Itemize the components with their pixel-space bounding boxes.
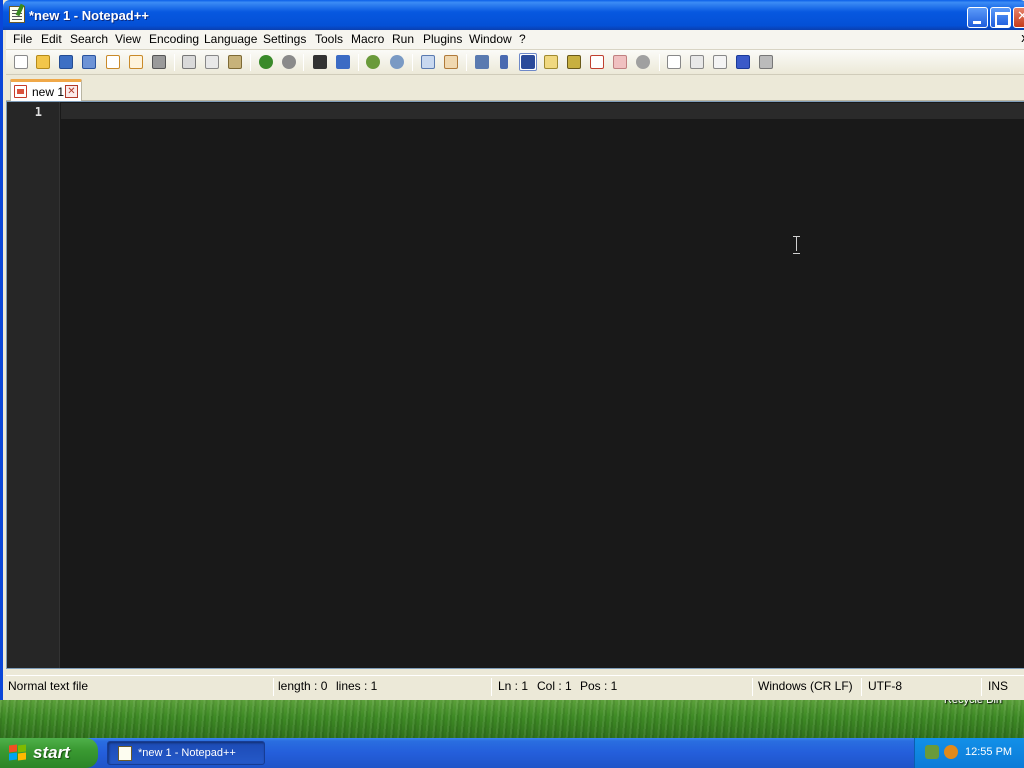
line-number-gutter: 1 xyxy=(7,102,60,668)
mouse-ibeam-cursor-icon xyxy=(793,236,801,254)
cut-icon[interactable] xyxy=(180,53,198,71)
document-tab-bar: new 1 ✕ xyxy=(6,76,1024,101)
window-title: *new 1 - Notepad++ xyxy=(29,8,149,23)
status-divider xyxy=(981,678,982,696)
menu-view[interactable]: View xyxy=(114,32,142,46)
status-divider xyxy=(752,678,753,696)
monitoring-icon[interactable] xyxy=(611,53,629,71)
taskbar: start *new 1 - Notepad++ 12:55 PM xyxy=(0,738,1024,768)
tab-label: new 1 xyxy=(32,85,65,99)
menu-search[interactable]: Search xyxy=(69,32,109,46)
menu-tools[interactable]: Tools xyxy=(314,32,344,46)
status-divider xyxy=(273,678,274,696)
menu-bar: File Edit Search View Encoding Language … xyxy=(6,30,1024,50)
toolbar xyxy=(6,50,1024,75)
status-insert-mode[interactable]: INS xyxy=(988,679,1008,696)
function-list-icon[interactable] xyxy=(565,53,583,71)
tab-close-icon[interactable]: ✕ xyxy=(65,85,78,98)
redo-icon[interactable] xyxy=(280,53,298,71)
show-all-chars-icon[interactable] xyxy=(495,53,513,71)
menu-settings[interactable]: Settings xyxy=(262,32,307,46)
save-macro-icon[interactable] xyxy=(757,53,775,71)
toolbar-separator xyxy=(250,54,251,71)
zoom-out-icon[interactable] xyxy=(388,53,406,71)
menu-macro[interactable]: Macro xyxy=(350,32,385,46)
unsaved-file-icon xyxy=(14,85,27,98)
status-position: Pos : 1 xyxy=(580,679,618,693)
tab-new-1[interactable]: new 1 ✕ xyxy=(10,79,82,101)
zoom-in-icon[interactable] xyxy=(364,53,382,71)
status-lines: lines : 1 xyxy=(336,679,378,693)
taskbar-notepadpp-button[interactable]: *new 1 - Notepad++ xyxy=(107,741,265,765)
folder-workspace-icon[interactable] xyxy=(588,53,606,71)
menu-language[interactable]: Language xyxy=(203,32,258,46)
toolbar-separator xyxy=(358,54,359,71)
status-bar: Normal text file length : 0 lines : 1 Ln… xyxy=(6,675,1024,697)
open-file-icon[interactable] xyxy=(34,53,52,71)
desktop-wallpaper xyxy=(0,698,1024,740)
minimize-button[interactable] xyxy=(967,7,988,28)
undo-icon[interactable] xyxy=(257,53,275,71)
play-macro-icon[interactable] xyxy=(711,53,729,71)
close-window-button[interactable] xyxy=(1013,7,1024,28)
menu-help[interactable]: ? xyxy=(518,32,527,46)
notepadpp-task-icon xyxy=(118,746,132,761)
close-icon[interactable] xyxy=(104,53,122,71)
menu-plugins[interactable]: Plugins xyxy=(422,32,463,46)
print-icon[interactable] xyxy=(150,53,168,71)
status-file-type: Normal text file xyxy=(8,679,89,693)
maximize-button[interactable] xyxy=(990,7,1011,28)
menu-encoding[interactable]: Encoding xyxy=(148,32,200,46)
status-line: Ln : 1 xyxy=(498,679,529,693)
menu-edit[interactable]: Edit xyxy=(40,32,63,46)
replace-icon[interactable] xyxy=(334,53,352,71)
status-eol-format[interactable]: Windows (CR LF) xyxy=(758,679,853,696)
run-macro-multiple-icon[interactable] xyxy=(734,53,752,71)
sync-vertical-icon[interactable] xyxy=(419,53,437,71)
toolbar-separator xyxy=(412,54,413,71)
toolbar-separator xyxy=(174,54,175,71)
current-line-highlight[interactable] xyxy=(61,103,1024,119)
status-divider xyxy=(491,678,492,696)
notepad-window: *new 1 - Notepad++ File Edit Search View… xyxy=(0,0,1024,700)
record-macro-icon[interactable] xyxy=(665,53,683,71)
sync-horizontal-icon[interactable] xyxy=(442,53,460,71)
new-file-icon[interactable] xyxy=(12,53,30,71)
toolbar-separator xyxy=(303,54,304,71)
start-label: start xyxy=(33,743,70,762)
toolbar-separator xyxy=(659,54,660,71)
text-editor[interactable]: 1 xyxy=(6,101,1024,669)
line-number: 1 xyxy=(34,105,42,119)
doc-map-icon[interactable] xyxy=(542,53,560,71)
notepadpp-app-icon[interactable] xyxy=(9,6,25,23)
menu-file[interactable]: File xyxy=(12,32,33,46)
toolbar-separator xyxy=(466,54,467,71)
menu-run[interactable]: Run xyxy=(391,32,415,46)
status-length: length : 0 xyxy=(278,679,328,693)
network-tray-icon[interactable] xyxy=(925,745,939,759)
save-all-icon[interactable] xyxy=(80,53,98,71)
word-wrap-icon[interactable] xyxy=(473,53,491,71)
system-tray: 12:55 PM xyxy=(914,738,1024,768)
task-label: *new 1 - Notepad++ xyxy=(138,747,236,759)
status-encoding[interactable]: UTF-8 xyxy=(868,679,902,696)
status-divider xyxy=(861,678,862,696)
copy-icon[interactable] xyxy=(203,53,221,71)
indent-guide-icon[interactable] xyxy=(519,53,537,71)
find-icon[interactable] xyxy=(311,53,329,71)
search-tray-icon[interactable] xyxy=(944,745,958,759)
title-bar[interactable]: *new 1 - Notepad++ xyxy=(3,0,1024,30)
paste-icon[interactable] xyxy=(226,53,244,71)
start-button[interactable]: start xyxy=(0,738,98,768)
status-column: Col : 1 xyxy=(537,679,572,693)
windows-logo-icon xyxy=(9,744,27,762)
save-icon[interactable] xyxy=(57,53,75,71)
user-defined-lang-icon[interactable] xyxy=(634,53,652,71)
clock[interactable]: 12:55 PM xyxy=(965,746,1012,758)
close-all-icon[interactable] xyxy=(127,53,145,71)
menu-window[interactable]: Window xyxy=(468,32,513,46)
stop-record-icon[interactable] xyxy=(688,53,706,71)
